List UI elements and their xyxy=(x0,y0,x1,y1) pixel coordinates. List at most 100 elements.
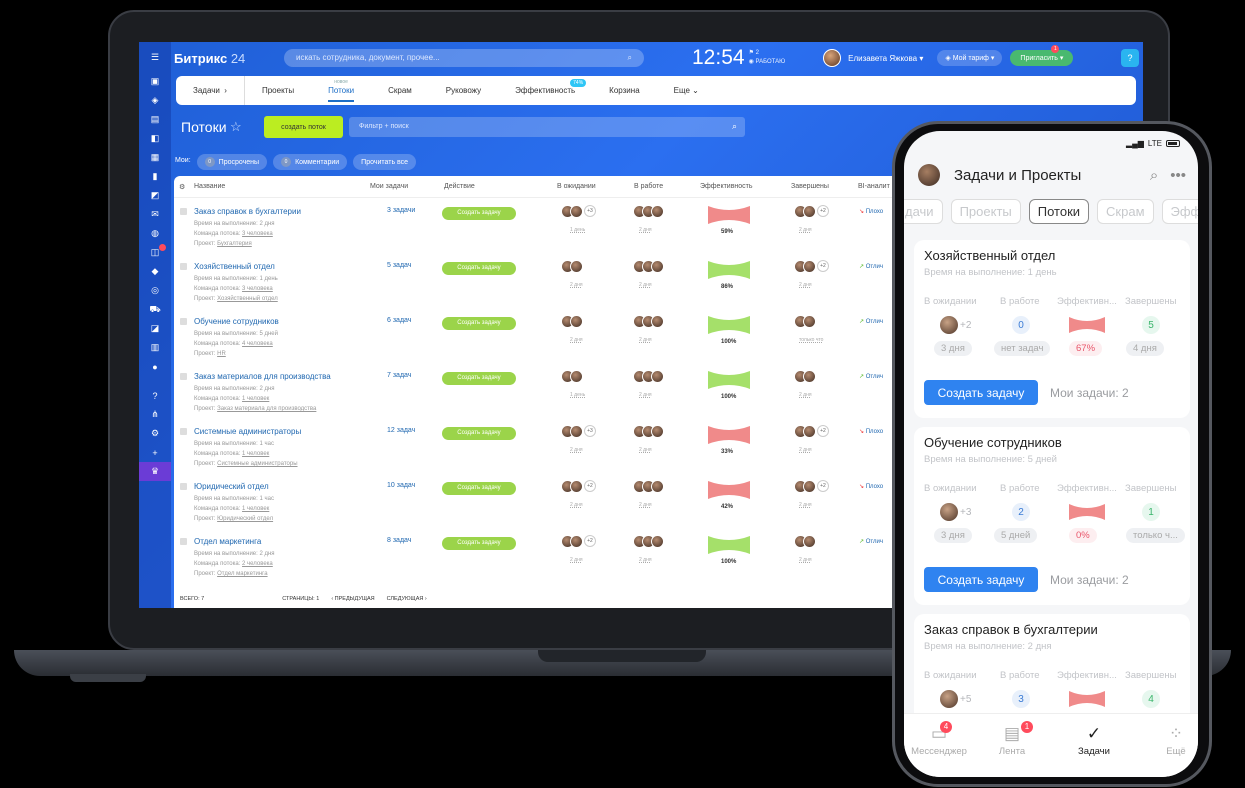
done-count[interactable]: 4 xyxy=(1142,690,1160,708)
tab-efficiency[interactable]: Эффективность 74% xyxy=(498,76,592,105)
my-tasks-link[interactable]: 5 задач xyxy=(387,262,411,269)
bi-analytics-link[interactable]: Плохо xyxy=(859,428,883,435)
tab-trash[interactable]: Корзина xyxy=(592,76,656,105)
col-efficiency[interactable]: Эффективность xyxy=(700,183,753,190)
bi-analytics-link[interactable]: Отлич xyxy=(859,373,883,380)
my-tasks-count[interactable]: Мои задачи: 2 xyxy=(1050,386,1129,400)
done-avatars[interactable]: +2 xyxy=(794,205,829,218)
invite-button[interactable]: Пригласить ▾ 1 xyxy=(1010,45,1074,66)
flow-name-link[interactable]: Юридический отдел xyxy=(194,482,269,491)
row-checkbox[interactable] xyxy=(180,483,187,490)
tab-scrum[interactable]: Скрам xyxy=(371,76,429,105)
row-checkbox[interactable] xyxy=(180,208,187,215)
clock-status[interactable]: ⚑ 2 ◉ РАБОТАЮ xyxy=(749,49,786,67)
done-avatars[interactable] xyxy=(794,315,816,328)
my-tasks-link[interactable]: 6 задач xyxy=(387,317,411,324)
feed-icon[interactable]: ◈ xyxy=(139,91,171,110)
tab-projects[interactable]: Проекты xyxy=(245,76,311,105)
prev-page-link[interactable]: ‹ ПРЕДЫДУЩАЯ xyxy=(331,596,374,602)
create-task-button[interactable]: Создать задачу xyxy=(924,567,1038,592)
chip-tasks[interactable]: дачи xyxy=(904,199,943,224)
gear-icon[interactable]: ⚙ xyxy=(139,424,171,443)
waiting-avatars[interactable]: +2 xyxy=(561,535,596,548)
overdue-counter[interactable]: 0 Просрочены xyxy=(196,154,268,170)
my-tasks-link[interactable]: 12 задач xyxy=(387,427,415,434)
inwork-avatars[interactable] xyxy=(633,315,664,328)
help-icon[interactable]: ? xyxy=(139,386,171,405)
col-bi[interactable]: BI-аналит xyxy=(858,183,890,190)
col-inwork[interactable]: В работе xyxy=(634,183,663,190)
tab-more[interactable]: Еще ⌄ xyxy=(657,76,716,105)
flow-name-link[interactable]: Обучение сотрудников xyxy=(194,317,279,326)
row-checkbox[interactable] xyxy=(180,428,187,435)
add-icon[interactable]: + xyxy=(139,443,171,462)
flow-name-link[interactable]: Системные администраторы xyxy=(194,427,301,436)
done-avatars[interactable]: +2 xyxy=(794,480,829,493)
waiting-avatars[interactable] xyxy=(561,315,583,328)
star-icon[interactable]: ☆ xyxy=(230,119,242,135)
bi-analytics-link[interactable]: Отлич xyxy=(859,263,883,270)
done-avatars[interactable] xyxy=(794,535,816,548)
inwork-avatars[interactable] xyxy=(633,425,664,438)
create-task-button[interactable]: Создать задачу xyxy=(442,207,516,220)
create-task-button[interactable]: Создать задачу xyxy=(442,317,516,330)
settings-circle-icon[interactable]: ● xyxy=(139,357,171,376)
waiting-avatars[interactable]: +3 xyxy=(561,205,596,218)
analytics-icon[interactable]: ▥ xyxy=(139,338,171,357)
avatar[interactable] xyxy=(918,164,940,186)
inwork-avatars[interactable] xyxy=(633,535,664,548)
flow-name-link[interactable]: Хозяйственный отдел xyxy=(194,262,275,271)
inwork-avatars[interactable] xyxy=(633,370,664,383)
user-menu[interactable]: Елизавета Яжкова ▾ xyxy=(823,49,923,67)
create-flow-button[interactable]: создать поток xyxy=(264,116,343,138)
crown-icon[interactable]: ♛ xyxy=(139,462,171,481)
row-checkbox[interactable] xyxy=(180,373,187,380)
inwork-count[interactable]: 0 xyxy=(1012,316,1030,334)
waiting-avatars[interactable]: +2 xyxy=(940,316,971,334)
flow-card[interactable]: Хозяйственный отдел Время на выполнение: … xyxy=(914,240,1190,418)
waiting-avatars[interactable] xyxy=(561,260,583,273)
search-icon[interactable]: ⌕ xyxy=(1150,167,1158,184)
row-checkbox[interactable] xyxy=(180,318,187,325)
waiting-avatars[interactable]: +5 xyxy=(940,690,971,708)
col-waiting[interactable]: В ожидании xyxy=(557,183,596,190)
crm-icon[interactable]: ◫ xyxy=(139,243,171,262)
tab-tasks[interactable]: ✓ Задачи xyxy=(1059,724,1129,757)
my-tasks-link[interactable]: 10 задач xyxy=(387,482,415,489)
inwork-avatars[interactable] xyxy=(633,480,664,493)
waiting-avatars[interactable] xyxy=(561,370,583,383)
messages-icon[interactable]: ◧ xyxy=(139,129,171,148)
col-action[interactable]: Действие xyxy=(444,183,475,190)
group-icon[interactable]: ◍ xyxy=(139,224,171,243)
my-tasks-count[interactable]: Мои задачи: 2 xyxy=(1050,573,1129,587)
create-task-button[interactable]: Создать задачу xyxy=(924,380,1038,405)
tariff-button[interactable]: ◈ Мой тариф ▾ xyxy=(937,50,1003,66)
tab-feed[interactable]: ▤ Лента 1 xyxy=(977,721,1047,757)
shop-icon[interactable]: ⛟ xyxy=(139,300,171,319)
chip-scrum[interactable]: Скрам xyxy=(1097,199,1154,224)
brand-logo[interactable]: Битрикс 24 xyxy=(174,51,274,66)
row-checkbox[interactable] xyxy=(180,263,187,270)
chip-flows[interactable]: Потоки xyxy=(1028,199,1090,224)
flow-name-link[interactable]: Заказ справок в бухгалтерии xyxy=(194,207,301,216)
sitemap-icon[interactable]: ⋔ xyxy=(139,405,171,424)
menu-icon[interactable]: ☰ xyxy=(139,42,171,72)
col-name[interactable]: Название xyxy=(194,183,225,190)
create-task-button[interactable]: Создать задачу xyxy=(442,482,516,495)
col-done[interactable]: Завершены xyxy=(791,183,829,190)
more-icon[interactable]: ••• xyxy=(1170,167,1186,184)
waiting-avatars[interactable]: +3 xyxy=(940,503,971,521)
waiting-avatars[interactable]: +2 xyxy=(561,480,596,493)
chip-efficiency[interactable]: Эффе xyxy=(1161,199,1198,224)
tab-manage[interactable]: Руковожу xyxy=(429,76,498,105)
filter-search-input[interactable]: Фильтр + поиск ⌕ xyxy=(349,117,745,137)
target-icon[interactable]: ◎ xyxy=(139,281,171,300)
inwork-count[interactable]: 3 xyxy=(1012,690,1030,708)
bi-analytics-link[interactable]: Отлич xyxy=(859,318,883,325)
inwork-count[interactable]: 2 xyxy=(1012,503,1030,521)
my-tasks-link[interactable]: 8 задач xyxy=(387,537,411,544)
create-task-button[interactable]: Создать задачу xyxy=(442,537,516,550)
mail-icon[interactable]: ✉ xyxy=(139,205,171,224)
done-avatars[interactable]: +2 xyxy=(794,425,829,438)
settings-icon[interactable]: ⚙ xyxy=(179,183,185,191)
